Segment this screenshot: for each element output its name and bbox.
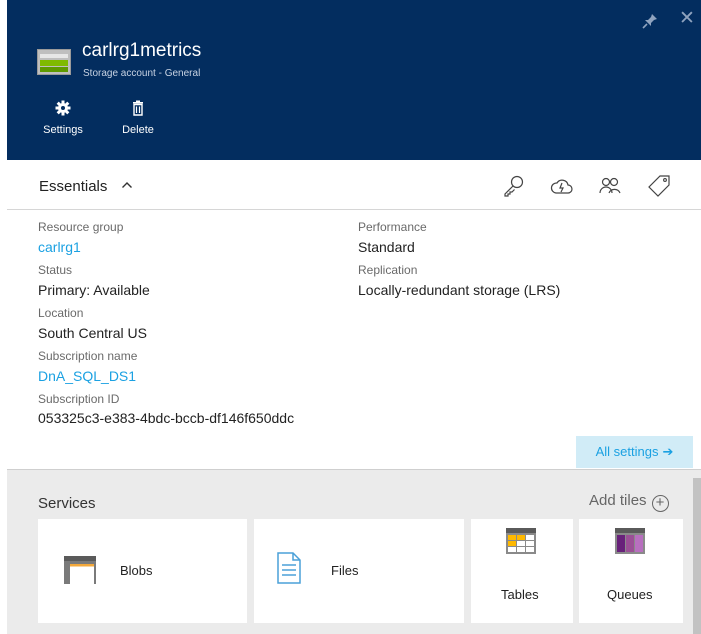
settings-button[interactable]: Settings	[33, 100, 93, 138]
essentials-panel: Resource group carlrg1 Status Primary: A…	[7, 211, 701, 468]
tile-blobs[interactable]: Blobs	[38, 519, 247, 623]
tile-queues[interactable]: Queues	[579, 519, 683, 623]
tile-files[interactable]: Files	[254, 519, 464, 623]
subscription-id-value: 053325c3-e383-4bdc-bccb-df146f650ddc	[38, 410, 295, 426]
all-settings-label: All settings	[595, 444, 659, 459]
subscription-name-link[interactable]: DnA_SQL_DS1	[38, 368, 136, 384]
subscription-id-label: Subscription ID	[38, 392, 120, 406]
location-label: Location	[38, 306, 84, 320]
tile-files-label: Files	[331, 563, 359, 578]
add-tiles-button[interactable]: Add tiles +	[589, 492, 669, 512]
blade-header: carlrg1metrics Storage account - General…	[7, 0, 701, 160]
all-settings-button[interactable]: All settings ➔	[576, 436, 693, 468]
users-icon[interactable]	[598, 174, 622, 198]
tile-tables-label: Tables	[501, 587, 539, 602]
location-value: South Central US	[38, 325, 147, 341]
performance-label: Performance	[358, 220, 427, 234]
subscription-name-label: Subscription name	[38, 349, 138, 363]
arrow-right-icon: ➔	[662, 444, 674, 459]
queue-icon	[615, 528, 645, 554]
resource-group-link[interactable]: carlrg1	[38, 239, 81, 255]
essentials-title[interactable]: Essentials	[39, 178, 107, 195]
close-icon[interactable]: ✕	[678, 9, 696, 28]
key-icon[interactable]	[502, 174, 526, 198]
table-icon	[506, 528, 536, 554]
resource-group-label: Resource group	[38, 220, 124, 234]
status-value: Primary: Available	[38, 282, 150, 298]
delete-button[interactable]: Delete	[108, 100, 168, 138]
page-subtitle: Storage account - General	[83, 68, 201, 79]
tile-tables[interactable]: Tables	[471, 519, 573, 623]
tile-queues-label: Queues	[607, 587, 653, 602]
cloud-icon[interactable]	[550, 174, 574, 198]
tag-icon[interactable]	[647, 174, 671, 198]
performance-value: Standard	[358, 239, 415, 255]
add-tiles-label: Add tiles	[589, 492, 647, 509]
delete-label: Delete	[122, 124, 154, 136]
settings-label: Settings	[43, 124, 83, 136]
blob-container-icon	[64, 556, 96, 584]
status-label: Status	[38, 263, 73, 277]
scrollbar[interactable]	[693, 478, 701, 634]
gear-icon	[55, 100, 71, 116]
file-icon	[277, 552, 301, 584]
page-title: carlrg1metrics	[82, 40, 202, 61]
services-title: Services	[38, 495, 96, 512]
plus-circle-icon: +	[651, 495, 669, 512]
tile-blobs-label: Blobs	[120, 563, 153, 578]
trash-icon	[133, 100, 143, 116]
essentials-bar: Essentials	[7, 160, 701, 210]
storage-account-icon	[37, 49, 71, 75]
replication-value: Locally-redundant storage (LRS)	[358, 282, 561, 298]
pin-icon[interactable]	[641, 12, 659, 30]
chevron-up-icon[interactable]	[121, 179, 133, 191]
services-section: Services Add tiles + Blobs Files Tables …	[7, 469, 701, 634]
replication-label: Replication	[358, 263, 418, 277]
